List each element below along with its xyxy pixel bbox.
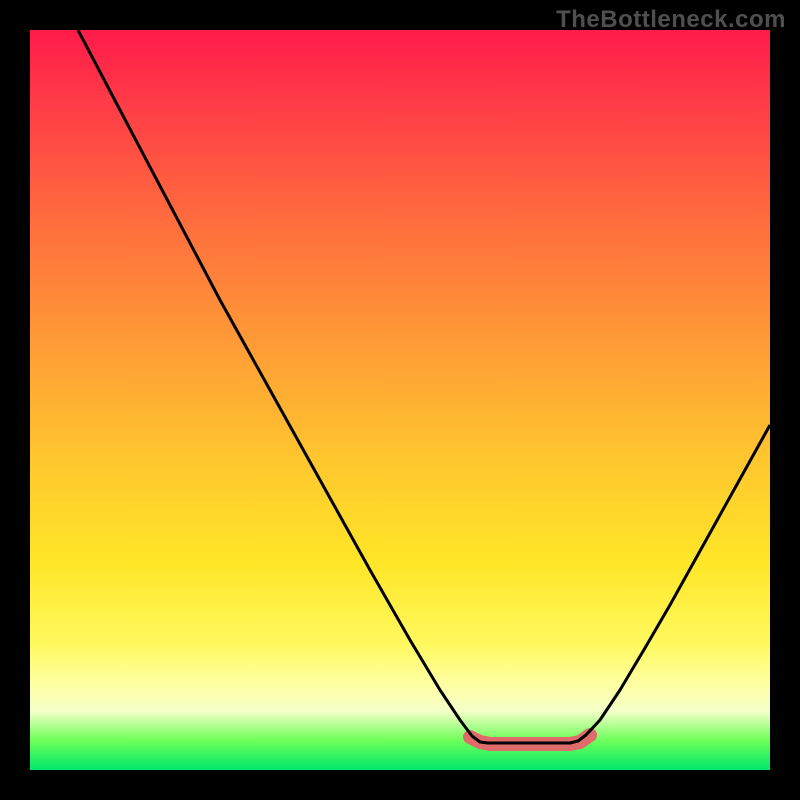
plot-area: [30, 30, 770, 770]
chart-frame: TheBottleneck.com: [0, 0, 800, 800]
black-curve: [78, 30, 770, 743]
watermark-text: TheBottleneck.com: [556, 6, 786, 34]
chart-svg: [30, 30, 770, 770]
